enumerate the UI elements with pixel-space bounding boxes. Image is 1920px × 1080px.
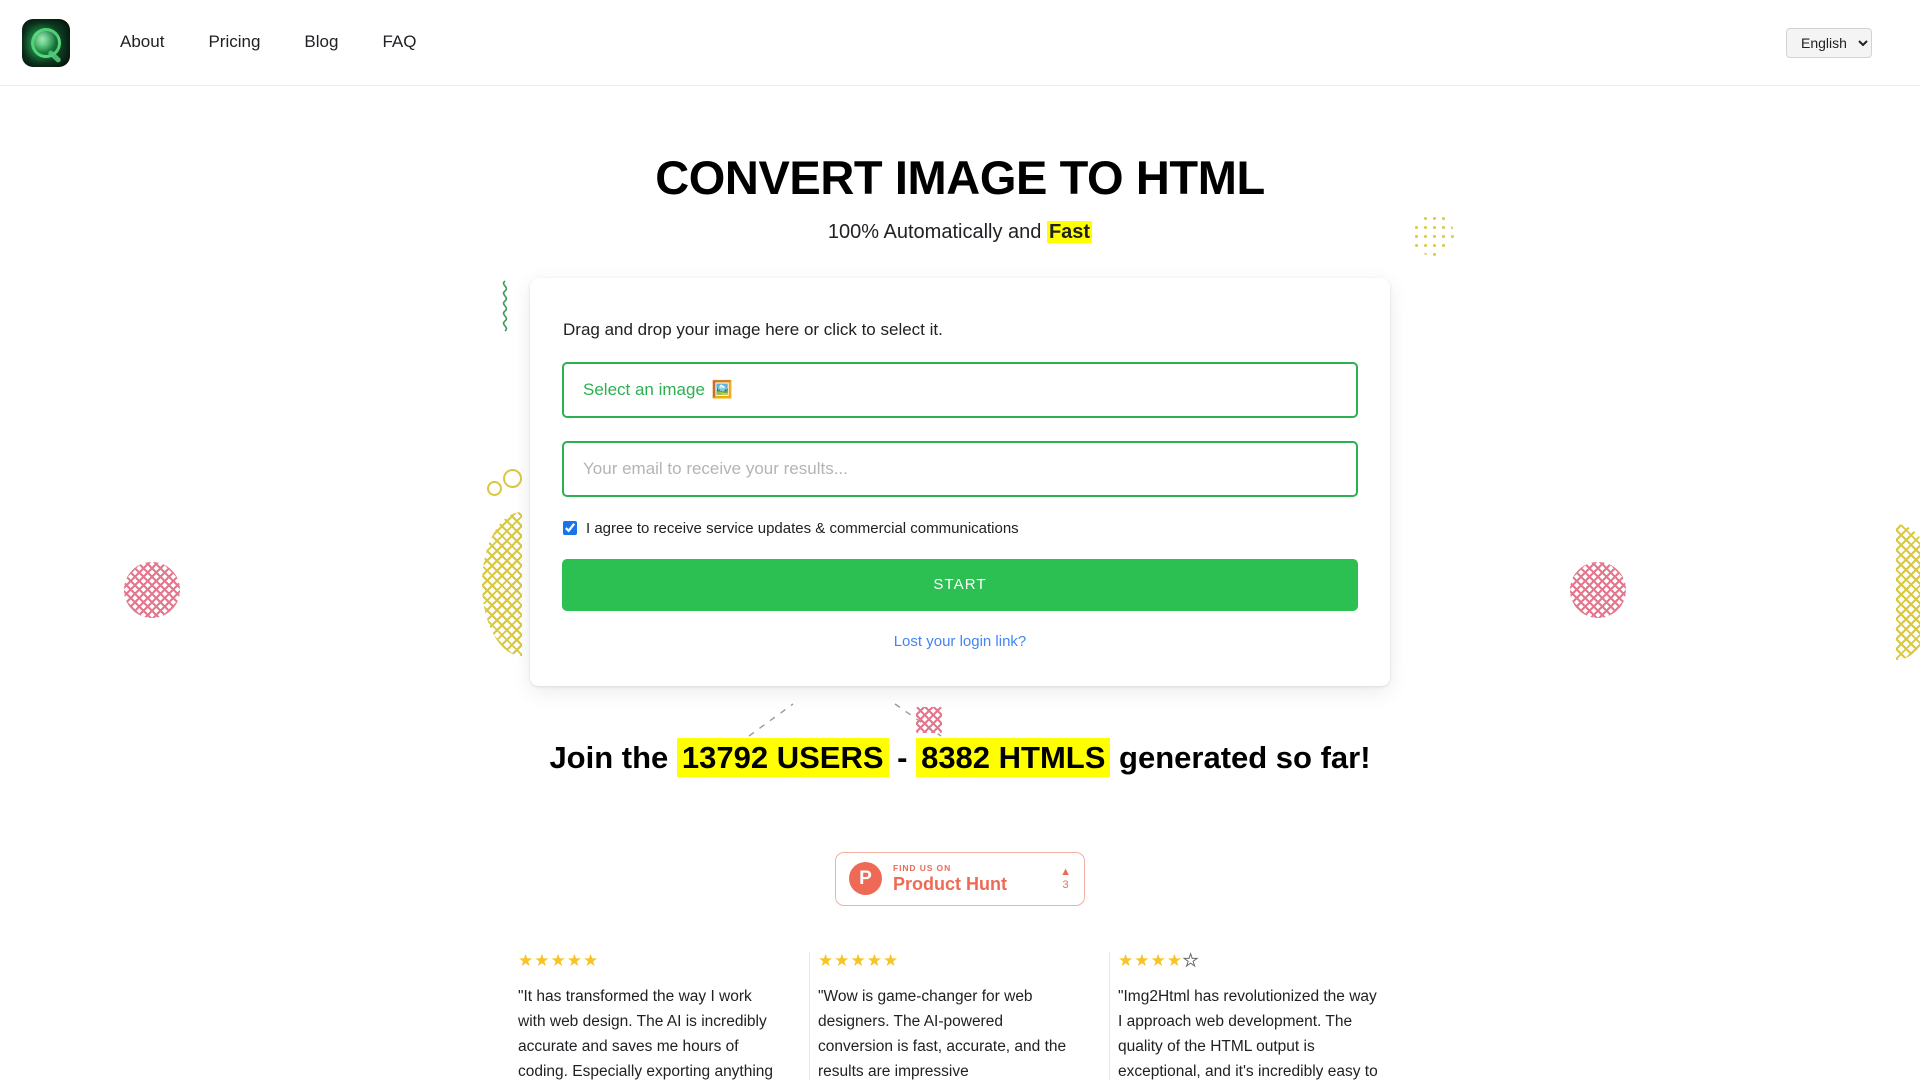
star-filled-icon: ★ xyxy=(883,950,900,970)
star-filled-icon: ★ xyxy=(550,950,567,970)
dropzone-label: Drag and drop your image here or click t… xyxy=(563,319,943,339)
language-selector-wrap: English xyxy=(1786,27,1898,58)
nav-link-blog[interactable]: Blog xyxy=(282,24,360,60)
product-hunt-badge[interactable]: P FIND US ON Product Hunt ▲ 3 xyxy=(835,851,1085,906)
star-filled-icon: ★ xyxy=(1166,950,1183,970)
product-hunt-toplabel: FIND US ON xyxy=(893,862,952,873)
testimonials-section: ★★★★★ "It has transformed the way I work… xyxy=(0,950,1920,1080)
stats-suffix: generated so far! xyxy=(1110,739,1371,775)
page-title: CONVERT IMAGE TO HTML xyxy=(655,151,1265,204)
hero-subtitle-highlight: Fast xyxy=(1046,220,1093,243)
decor-ring-small xyxy=(487,481,502,496)
agree-label[interactable]: I agree to receive service updates & com… xyxy=(586,520,1019,537)
testimonial-text: "It has transformed the way I work with … xyxy=(518,987,774,1080)
testimonial-text: "Wow is game-changer for web designers. … xyxy=(818,987,1067,1080)
agree-checkbox[interactable] xyxy=(563,521,577,536)
nav-link-about[interactable]: About xyxy=(98,24,186,60)
star-filled-icon: ★ xyxy=(518,950,535,970)
decor-green-squiggle xyxy=(497,279,513,343)
product-hunt-votes: ▲ 3 xyxy=(1054,865,1071,891)
select-image-button[interactable]: Select an image 🖼️ xyxy=(562,361,1358,418)
decor-pink-circle-left xyxy=(124,562,180,618)
star-filled-icon: ★ xyxy=(1150,950,1167,970)
product-hunt-name: Product Hunt xyxy=(893,874,1007,895)
product-hunt-wrap: P FIND US ON Product Hunt ▲ 3 xyxy=(0,851,1920,906)
decor-yellow-moon-right xyxy=(1896,524,1920,660)
start-button[interactable]: START xyxy=(562,558,1358,611)
main-navigation: About Pricing Blog FAQ xyxy=(98,24,438,60)
stats-separator: - xyxy=(888,739,917,775)
decor-yellow-moon-left xyxy=(482,512,522,656)
decor-ring-large xyxy=(503,469,522,488)
language-select[interactable]: English xyxy=(1786,27,1872,58)
lost-login-link[interactable]: Lost your login link? xyxy=(562,633,1358,650)
nav-link-pricing[interactable]: Pricing xyxy=(186,24,282,60)
decor-dashed-lines xyxy=(745,700,945,740)
star-filled-icon: ★ xyxy=(583,950,600,970)
star-filled-icon: ★ xyxy=(818,950,835,970)
testimonial-text: "Img2Html has revolutionized the way I a… xyxy=(1118,987,1378,1080)
rating-stars: ★★★★★ xyxy=(818,952,1081,969)
star-filled-icon: ★ xyxy=(1118,950,1135,970)
stats-htmls-count: 8382 HTMLS xyxy=(916,737,1111,777)
site-header: About Pricing Blog FAQ English xyxy=(0,0,1920,86)
decor-pink-circle-right xyxy=(1570,562,1626,618)
star-filled-icon: ★ xyxy=(534,950,551,970)
star-filled-icon: ★ xyxy=(566,950,583,970)
hero-section: CONVERT IMAGE TO HTML 100% Automatically… xyxy=(0,86,1920,244)
stats-line: Join the 13792 USERS - 8382 HTMLS genera… xyxy=(0,737,1920,777)
star-empty-icon: ★ xyxy=(1182,950,1200,970)
testimonial-card: ★★★★★ "Wow is game-changer for web desig… xyxy=(810,951,1110,1080)
email-input[interactable] xyxy=(562,440,1358,497)
testimonial-card: ★★★★★ "It has transformed the way I work… xyxy=(510,951,810,1080)
product-hunt-text: FIND US ON Product Hunt xyxy=(893,864,1054,894)
star-filled-icon: ★ xyxy=(850,950,867,970)
hero-subtitle: 100% Automatically and Fast xyxy=(0,220,1920,244)
hero-subtitle-prefix: 100% Automatically and xyxy=(827,220,1047,243)
agree-row: I agree to receive service updates & com… xyxy=(563,520,1358,537)
star-filled-icon: ★ xyxy=(1134,950,1151,970)
select-image-label: Select an image xyxy=(583,379,705,399)
star-filled-icon: ★ xyxy=(834,950,851,970)
upvote-caret-icon: ▲ xyxy=(1060,865,1071,878)
rating-stars: ★★★★★ xyxy=(518,952,781,969)
decor-pink-square-small xyxy=(916,707,942,733)
stats-users-count: 13792 USERS xyxy=(676,737,889,777)
product-hunt-vote-count: 3 xyxy=(1062,878,1069,891)
nav-link-faq[interactable]: FAQ xyxy=(360,24,438,60)
rating-stars: ★★★★★ xyxy=(1118,950,1382,970)
page-root: About Pricing Blog FAQ English CONVERT I… xyxy=(0,0,1920,1080)
picture-frame-icon: 🖼️ xyxy=(711,380,734,400)
testimonial-card: ★★★★★ "Img2Html has revolutionized the w… xyxy=(1110,950,1410,1080)
site-logo[interactable] xyxy=(22,18,70,67)
star-filled-icon: ★ xyxy=(866,950,883,970)
upload-card: Drag and drop your image here or click t… xyxy=(530,277,1390,686)
product-hunt-icon: P xyxy=(849,862,882,896)
stats-prefix: Join the xyxy=(549,739,677,775)
